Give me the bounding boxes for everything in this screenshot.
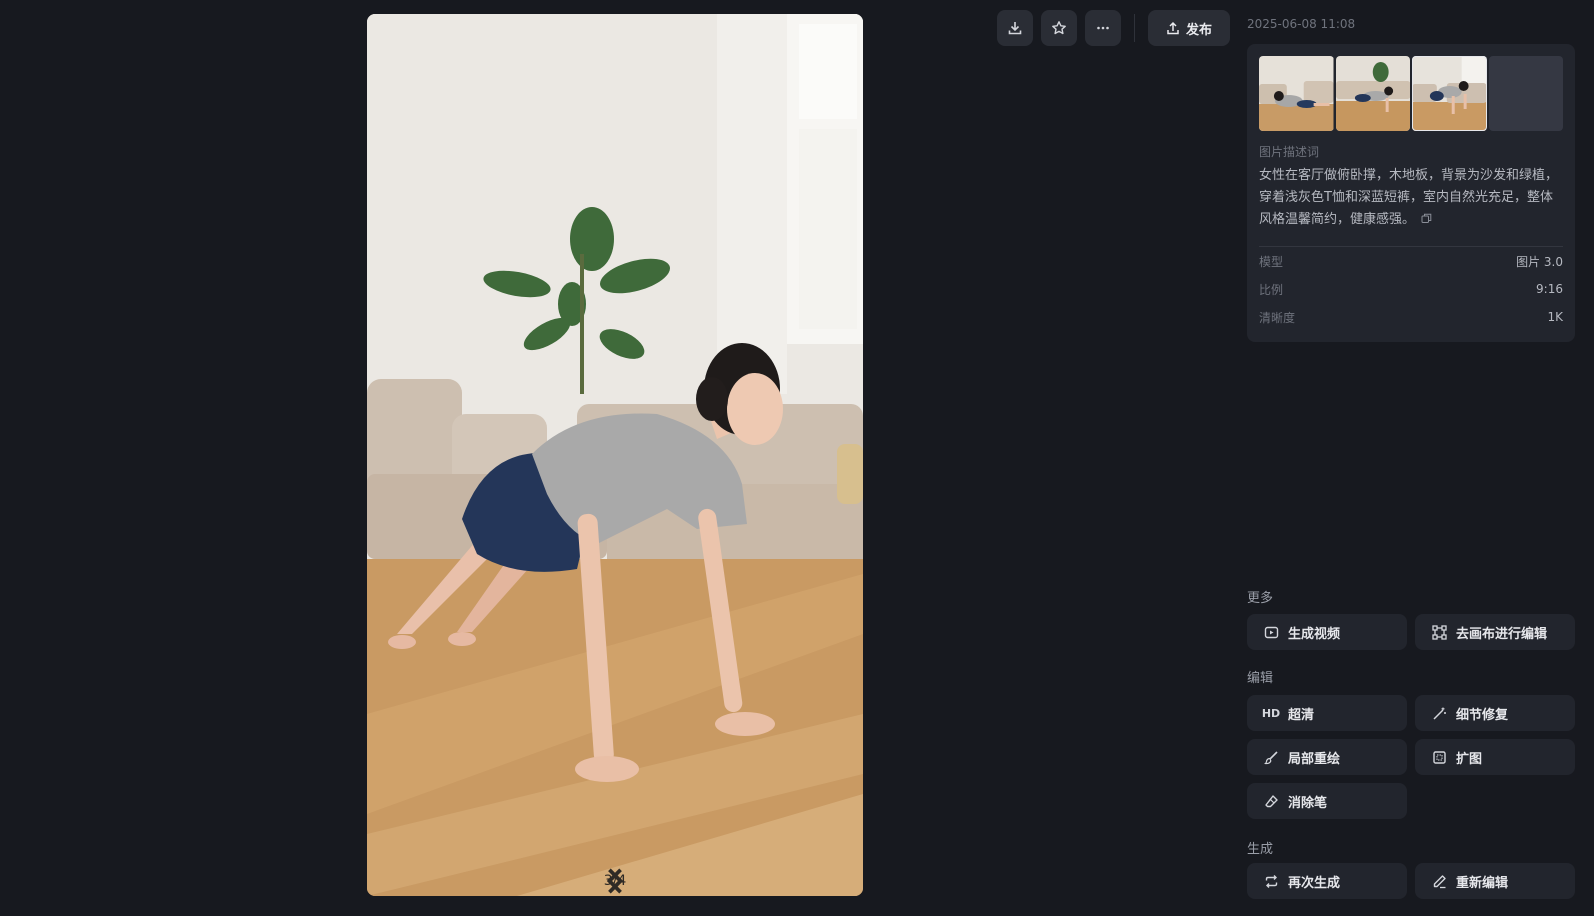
thumbnail-3[interactable] bbox=[1412, 56, 1487, 131]
main-image-illustration bbox=[367, 14, 863, 896]
edit-in-canvas-label: 去画布进行编辑 bbox=[1456, 626, 1548, 642]
brush-icon bbox=[1263, 749, 1279, 765]
meta-key: 比例 bbox=[1259, 282, 1284, 297]
section-title-edit: 编辑 bbox=[1247, 671, 1274, 686]
thumbnail-1-illustration bbox=[1259, 56, 1334, 131]
regenerate-icon bbox=[1263, 873, 1279, 889]
canvas-icon bbox=[1431, 624, 1447, 640]
expand-image-label: 扩图 bbox=[1456, 751, 1483, 767]
re-edit-button[interactable]: 重新编辑 bbox=[1415, 863, 1575, 899]
hd-icon: HD bbox=[1261, 706, 1281, 720]
generate-video-button[interactable]: 生成视频 bbox=[1247, 614, 1407, 650]
eraser-icon bbox=[1263, 793, 1279, 809]
edit-in-canvas-button[interactable]: 去画布进行编辑 bbox=[1415, 614, 1575, 650]
generate-video-label: 生成视频 bbox=[1288, 626, 1341, 642]
thumbnail-2-illustration bbox=[1335, 56, 1410, 131]
publish-button[interactable]: 发布 bbox=[1148, 10, 1231, 46]
eraser-label: 消除笔 bbox=[1288, 795, 1328, 811]
meta-row-model: 模型 图片 3.0 bbox=[1259, 247, 1563, 275]
prompt-label: 图片描述词 bbox=[1259, 145, 1320, 159]
created-timestamp: 2025-06-08 11:08 bbox=[1247, 17, 1356, 31]
section-title-more: 更多 bbox=[1247, 591, 1274, 606]
magic-wand-icon bbox=[1431, 705, 1447, 721]
thumbnail-4[interactable] bbox=[1488, 56, 1563, 131]
prompt-text: 女性在客厅做俯卧撑，木地板，背景为沙发和绿植，穿着浅灰色T恤和深蓝短裤，室内自然… bbox=[1259, 165, 1563, 232]
favorite-button[interactable] bbox=[1041, 10, 1077, 46]
image-pager: 3/4 bbox=[367, 868, 863, 894]
video-icon bbox=[1263, 624, 1279, 640]
meta-value: 9:16 bbox=[1536, 282, 1563, 296]
chevron-right-icon bbox=[608, 868, 624, 894]
next-image-button[interactable] bbox=[608, 868, 654, 894]
thumbnail-1[interactable] bbox=[1259, 56, 1334, 131]
toolbar-divider bbox=[1134, 14, 1135, 42]
main-image[interactable]: 3/4 bbox=[367, 14, 863, 896]
expand-image-button[interactable]: 扩图 bbox=[1415, 739, 1575, 775]
inpaint-button[interactable]: 局部重绘 bbox=[1247, 739, 1407, 775]
meta-value: 图片 3.0 bbox=[1516, 254, 1563, 269]
upload-icon bbox=[1167, 21, 1179, 35]
meta-row-resolution: 清晰度 1K bbox=[1259, 303, 1563, 331]
download-button[interactable] bbox=[997, 10, 1033, 46]
copy-prompt-button[interactable] bbox=[1421, 210, 1432, 232]
edit-icon bbox=[1431, 873, 1447, 889]
upscale-hd-label: 超清 bbox=[1288, 707, 1315, 723]
detail-repair-button[interactable]: 细节修复 bbox=[1415, 695, 1575, 731]
meta-key: 清晰度 bbox=[1259, 310, 1296, 325]
inpaint-label: 局部重绘 bbox=[1288, 751, 1341, 767]
download-icon bbox=[1008, 22, 1022, 35]
meta-row-ratio: 比例 9:16 bbox=[1259, 275, 1563, 303]
expand-icon bbox=[1431, 749, 1447, 765]
section-title-generate: 生成 bbox=[1247, 842, 1274, 857]
meta-key: 模型 bbox=[1259, 254, 1284, 269]
thumbnail-2[interactable] bbox=[1335, 56, 1410, 131]
publish-label: 发布 bbox=[1186, 22, 1213, 38]
regenerate-button[interactable]: 再次生成 bbox=[1247, 863, 1407, 899]
upscale-hd-button[interactable]: HD 超清 bbox=[1247, 695, 1407, 731]
more-options-button[interactable] bbox=[1085, 10, 1121, 46]
regenerate-label: 再次生成 bbox=[1288, 875, 1341, 891]
thumbnail-3-illustration bbox=[1412, 56, 1487, 131]
prompt-text-content: 女性在客厅做俯卧撑，木地板，背景为沙发和绿植，穿着浅灰色T恤和深蓝短裤，室内自然… bbox=[1259, 168, 1559, 227]
more-icon bbox=[1097, 26, 1109, 30]
copy-icon bbox=[1421, 213, 1432, 223]
detail-repair-label: 细节修复 bbox=[1456, 707, 1509, 723]
thumbnail-strip bbox=[1259, 56, 1563, 131]
star-icon bbox=[1052, 21, 1066, 35]
eraser-button[interactable]: 消除笔 bbox=[1247, 783, 1407, 819]
image-detail-view: 3/4 发布 2025-06-08 11:08 图片描述词 女性在客厅做俯卧撑，… bbox=[0, 0, 1594, 916]
info-card: 图片描述词 女性在客厅做俯卧撑，木地板，背景为沙发和绿植，穿着浅灰色T恤和深蓝短… bbox=[1247, 44, 1575, 342]
re-edit-label: 重新编辑 bbox=[1456, 875, 1509, 891]
image-toolbar: 发布 bbox=[997, 10, 1231, 46]
meta-value: 1K bbox=[1547, 310, 1563, 324]
